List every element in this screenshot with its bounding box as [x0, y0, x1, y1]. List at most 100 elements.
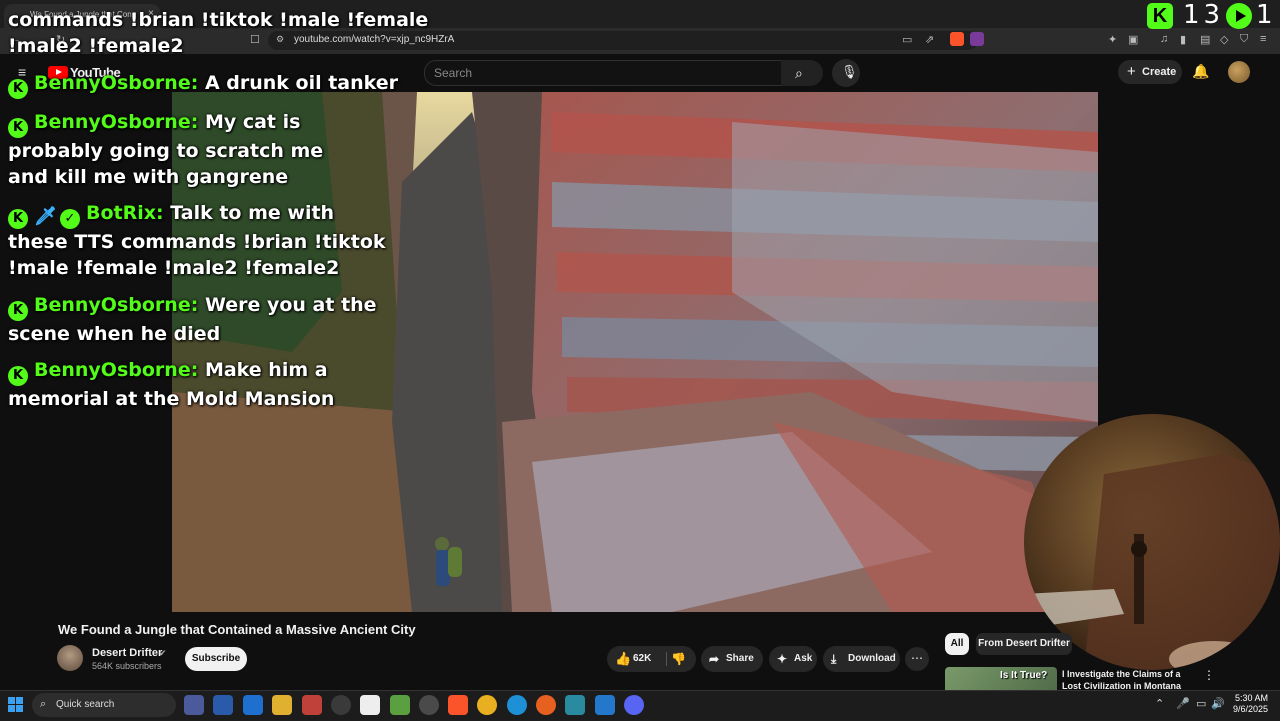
kick-badge-icon: K: [8, 79, 28, 99]
share-label: Share: [726, 653, 754, 664]
taskbar-app-icon[interactable]: [243, 695, 263, 715]
chat-message: K BennyOsborne: Were you at the scene whe…: [8, 292, 388, 347]
kick-follower-count: 13: [1183, 0, 1225, 30]
taskbar-app-icon[interactable]: [565, 695, 585, 715]
site-info-icon[interactable]: ⚙: [276, 34, 284, 45]
channel-avatar[interactable]: [57, 645, 83, 671]
taskbar-app-icon[interactable]: [390, 695, 410, 715]
like-icon[interactable]: 👍: [615, 646, 631, 672]
chip-from-channel[interactable]: From Desert Drifter: [976, 633, 1072, 655]
search-button[interactable]: ⌕: [781, 60, 823, 86]
search-input[interactable]: [424, 60, 782, 86]
taskbar-app-icon[interactable]: [302, 695, 322, 715]
bookmark-icon[interactable]: ☐: [250, 33, 260, 46]
ask-label: Ask: [794, 653, 813, 664]
network-icon[interactable]: ▭: [1196, 697, 1206, 710]
share-button[interactable]: ➦ Share: [701, 646, 763, 672]
wallet-icon[interactable]: ▤: [1200, 33, 1210, 46]
download-label: Download: [848, 653, 896, 664]
taskbar-app-icon[interactable]: [360, 695, 380, 715]
clock-date: 9/6/2025: [1232, 704, 1268, 714]
kick-badge-icon: K: [8, 209, 28, 229]
chat-username: BotRix:: [86, 202, 164, 224]
kick-badge-icon: K: [8, 118, 28, 138]
kick-badge-icon: K: [8, 366, 28, 386]
menu-icon[interactable]: ≡: [1260, 33, 1266, 45]
taskbar-search-label: Quick search: [56, 699, 115, 710]
taskbar-app-icon[interactable]: [419, 695, 439, 715]
tab-search-icon[interactable]: ▣: [1128, 33, 1138, 46]
windows-start-icon[interactable]: [8, 697, 24, 713]
plus-icon: +: [1127, 63, 1136, 80]
search-placeholder[interactable]: Search: [434, 66, 472, 80]
brave-shield-icon[interactable]: [950, 32, 964, 46]
chat-username: BennyOsborne:: [34, 111, 199, 133]
like-count[interactable]: 62K: [633, 646, 651, 672]
verified-badge-icon: ✓: [60, 209, 80, 229]
taskbar-app-icon[interactable]: [184, 695, 204, 715]
chat-username: BennyOsborne:: [34, 72, 199, 94]
taskbar-search[interactable]: ⌕ Quick search: [32, 693, 176, 717]
voice-search-button[interactable]: 🎙: [832, 59, 860, 87]
url-text[interactable]: youtube.com/watch?v=xjp_nc9HZrA: [294, 34, 454, 45]
brave-browser-icon[interactable]: [448, 695, 468, 715]
subscribe-button[interactable]: Subscribe: [185, 647, 247, 671]
chat-username: BennyOsborne:: [34, 359, 199, 381]
microphone-icon[interactable]: 🎤: [1176, 697, 1190, 710]
search-icon: ⌕: [795, 65, 803, 81]
file-explorer-icon[interactable]: [272, 695, 292, 715]
chat-message: K BennyOsborne: Make him a memorial at th…: [8, 357, 388, 412]
vscode-icon[interactable]: [595, 695, 615, 715]
taskbar-app-icon[interactable]: [331, 695, 351, 715]
more-actions-button[interactable]: ⋯: [905, 647, 929, 671]
chat-message: !male2 !female2: [8, 33, 184, 59]
divider: [666, 652, 667, 666]
webcam-scene: [1024, 454, 1280, 670]
thumbnail-text: Is It True?: [1000, 670, 1048, 681]
volume-icon[interactable]: 🔊: [1211, 697, 1225, 710]
chat-message: commands !brian !tiktok !male !female: [8, 7, 428, 33]
taskbar-app-icon[interactable]: [213, 695, 233, 715]
create-label: Create: [1142, 66, 1177, 78]
chat-text: !male2 !female2: [8, 35, 184, 57]
account-avatar[interactable]: [1228, 61, 1250, 83]
discord-icon[interactable]: [624, 695, 644, 715]
cast-icon[interactable]: ▭: [902, 33, 912, 46]
shield-icon[interactable]: ⛉: [1240, 33, 1248, 46]
extensions-icon[interactable]: ✦: [1108, 33, 1117, 46]
vpn-icon[interactable]: ◇: [1220, 33, 1228, 46]
firefox-icon[interactable]: [536, 695, 556, 715]
create-button[interactable]: + Create: [1118, 60, 1182, 84]
recommendation-menu-icon[interactable]: ⋮: [1203, 668, 1215, 682]
download-button[interactable]: ⤓ Download: [823, 646, 900, 672]
chat-text: commands !brian !tiktok !male !female: [8, 9, 429, 31]
download-icon: ⤓: [831, 652, 837, 666]
channel-name[interactable]: Desert Drifter: [92, 647, 162, 659]
chat-message: K BennyOsborne: My cat is probably going …: [8, 109, 368, 190]
edge-icon[interactable]: [507, 695, 527, 715]
search-icon: ⌕: [40, 698, 47, 710]
brave-rewards-icon[interactable]: [970, 32, 984, 46]
ask-button[interactable]: ✦ Ask: [769, 646, 817, 672]
chat-username: BennyOsborne:: [34, 294, 199, 316]
share-icon: ➦: [709, 652, 720, 666]
mic-icon: 🎙: [841, 64, 858, 79]
media-icon[interactable]: ♫: [1160, 33, 1168, 45]
verified-icon: ✔: [159, 648, 167, 658]
webcam-overlay: [1024, 414, 1280, 670]
kick-logo-icon: K: [1147, 3, 1173, 29]
chat-text: A drunk oil tanker: [204, 72, 399, 94]
tray-overflow-icon[interactable]: ⌃: [1155, 697, 1164, 710]
video-title: We Found a Jungle that Contained a Massi…: [58, 622, 416, 637]
chip-all[interactable]: All: [945, 633, 969, 655]
taskbar-clock[interactable]: 5:30 AM 9/6/2025: [1226, 693, 1268, 715]
recommendation-title[interactable]: I Investigate the Claims of a Lost Civil…: [1062, 668, 1192, 692]
notifications-bell-icon[interactable]: 🔔: [1192, 63, 1209, 80]
like-dislike-group: 👍 62K 👎: [607, 646, 696, 672]
chat-message: K 🗡 ✓ BotRix: Talk to me with these TTS com…: [8, 200, 398, 281]
share-page-icon[interactable]: ⇗: [925, 33, 934, 46]
kick-badge-icon: K: [8, 301, 28, 321]
chrome-icon[interactable]: [477, 695, 497, 715]
dislike-icon[interactable]: 👎: [671, 646, 686, 672]
sidebar-icon[interactable]: ▮: [1180, 33, 1186, 46]
